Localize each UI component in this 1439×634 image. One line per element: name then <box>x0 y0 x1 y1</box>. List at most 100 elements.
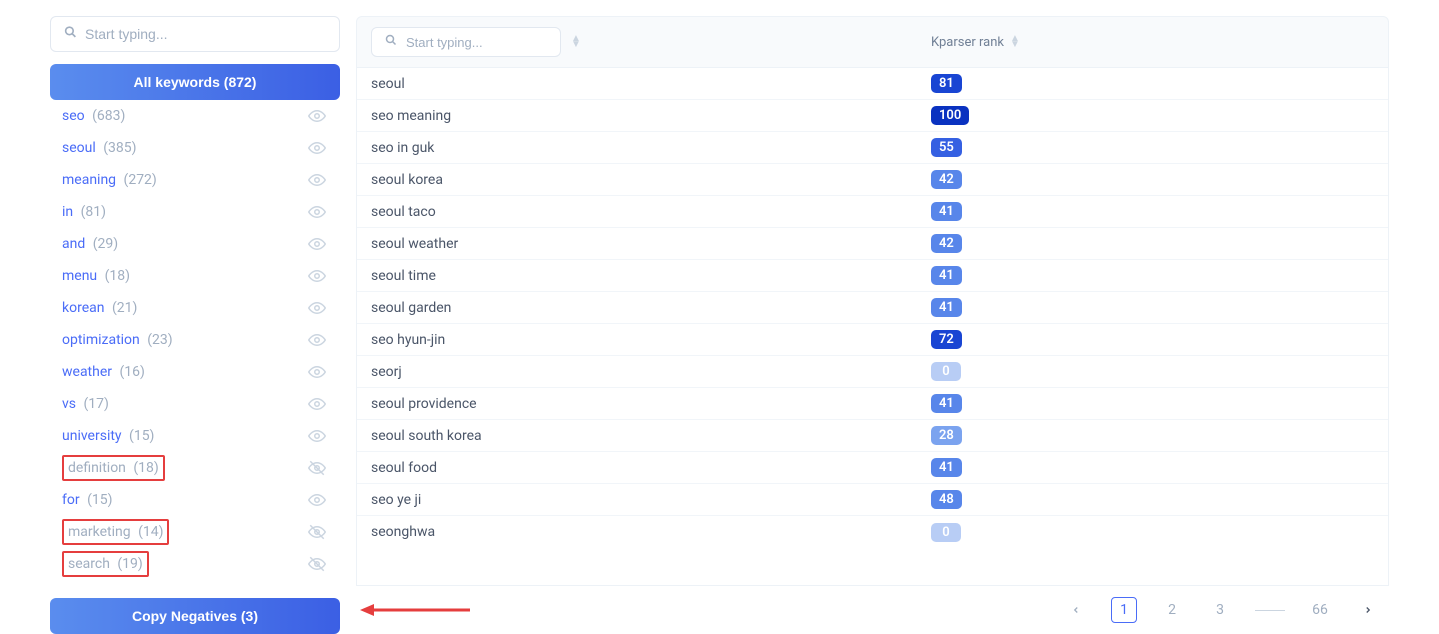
sidebar-item-label: university (15) <box>62 428 308 444</box>
cell-keyword: seoul providence <box>371 396 931 412</box>
sidebar-item-definition[interactable]: definition (18) <box>50 452 340 484</box>
eye-off-icon[interactable] <box>308 523 328 541</box>
page-2[interactable]: 2 <box>1159 597 1185 623</box>
rank-badge: 41 <box>931 458 962 477</box>
table-row[interactable]: seoul korea 42 <box>357 164 1388 196</box>
sidebar-search-input[interactable] <box>50 16 340 52</box>
cell-keyword: seoul weather <box>371 236 931 252</box>
cell-rank: 72 <box>931 330 1374 349</box>
table-row[interactable]: seo ye ji 48 <box>357 484 1388 516</box>
sidebar-item-label: weather (16) <box>62 364 308 380</box>
page-1[interactable]: 1 <box>1111 597 1137 623</box>
sidebar-item-for[interactable]: for (15) <box>50 484 340 516</box>
rank-badge: 0 <box>931 523 961 542</box>
table-row[interactable]: seo in guk 55 <box>357 132 1388 164</box>
sidebar-item-label: meaning (272) <box>62 172 308 188</box>
sidebar-item-weather[interactable]: weather (16) <box>50 356 340 388</box>
rank-badge: 48 <box>931 490 962 509</box>
eye-off-icon[interactable] <box>308 459 328 477</box>
page-prev-icon[interactable] <box>1063 597 1089 623</box>
table-header: ▲▼ Kparser rank ▲▼ <box>356 16 1389 68</box>
sort-rank-icon[interactable]: ▲▼ <box>1010 36 1020 48</box>
sidebar-item-menu[interactable]: menu (18) <box>50 260 340 292</box>
table-row[interactable]: seo hyun-jin 72 <box>357 324 1388 356</box>
cell-keyword: seo in guk <box>371 140 931 156</box>
eye-icon[interactable] <box>308 299 328 317</box>
rank-badge: 55 <box>931 138 962 157</box>
page-separator <box>1255 610 1285 611</box>
keyword-list: seo (683) seoul (385) meaning (272) in (81)… <box>50 100 340 594</box>
table-row[interactable]: seoul providence 41 <box>357 388 1388 420</box>
table-row[interactable]: seoul taco 41 <box>357 196 1388 228</box>
eye-icon[interactable] <box>308 203 328 221</box>
sidebar-item-search[interactable]: search (19) <box>50 548 340 580</box>
table-row[interactable]: seoul 81 <box>357 68 1388 100</box>
cell-rank: 41 <box>931 458 1374 477</box>
cell-rank: 0 <box>931 523 1374 542</box>
cell-rank: 48 <box>931 490 1374 509</box>
cell-keyword: seoul time <box>371 268 931 284</box>
cell-keyword: seo meaning <box>371 108 931 124</box>
table-row[interactable]: seoul weather 42 <box>357 228 1388 260</box>
page-last[interactable]: 66 <box>1307 597 1333 623</box>
sidebar-item-label: marketing (14) <box>68 524 163 540</box>
sidebar-item-korean[interactable]: korean (21) <box>50 292 340 324</box>
copy-negatives-button[interactable]: Copy Negatives (3) <box>50 598 340 634</box>
cell-rank: 41 <box>931 394 1374 413</box>
eye-icon[interactable] <box>308 363 328 381</box>
eye-icon[interactable] <box>308 107 328 125</box>
table-row[interactable]: seorj 0 <box>357 356 1388 388</box>
eye-icon[interactable] <box>308 331 328 349</box>
sidebar-item-optimization[interactable]: optimization (23) <box>50 324 340 356</box>
sidebar-item-and[interactable]: and (29) <box>50 228 340 260</box>
cell-keyword: seoul taco <box>371 204 931 220</box>
sidebar-item-marketing[interactable]: marketing (14) <box>50 516 340 548</box>
sidebar-item-label: search (19) <box>68 556 143 572</box>
eye-icon[interactable] <box>308 139 328 157</box>
cell-rank: 42 <box>931 170 1374 189</box>
cell-keyword: seoul garden <box>371 300 931 316</box>
rank-badge: 72 <box>931 330 962 349</box>
sidebar-item-seoul[interactable]: seoul (385) <box>50 132 340 164</box>
eye-off-icon[interactable] <box>308 555 328 573</box>
all-keywords-button[interactable]: All keywords (872) <box>50 64 340 100</box>
table-row[interactable]: seoul garden 41 <box>357 292 1388 324</box>
eye-icon[interactable] <box>308 427 328 445</box>
table-row[interactable]: seoul time 41 <box>357 260 1388 292</box>
table-row[interactable]: seoul south korea 28 <box>357 420 1388 452</box>
rank-badge: 41 <box>931 202 962 221</box>
table-row[interactable]: seoul food 41 <box>357 452 1388 484</box>
rank-badge: 81 <box>931 74 962 93</box>
cell-rank: 41 <box>931 202 1374 221</box>
cell-rank: 100 <box>931 106 1374 125</box>
sidebar-item-in[interactable]: in (81) <box>50 196 340 228</box>
page-3[interactable]: 3 <box>1207 597 1233 623</box>
eye-icon[interactable] <box>308 395 328 413</box>
sidebar-item-meaning[interactable]: meaning (272) <box>50 164 340 196</box>
sidebar-item-vs[interactable]: vs (17) <box>50 388 340 420</box>
sidebar-item-label: definition (18) <box>68 460 159 476</box>
cell-keyword: seoul south korea <box>371 428 931 444</box>
table-search-input[interactable] <box>371 27 561 57</box>
sidebar-item-label: seoul (385) <box>62 140 308 156</box>
eye-icon[interactable] <box>308 267 328 285</box>
eye-icon[interactable] <box>308 235 328 253</box>
sidebar-item-label: for (15) <box>62 492 308 508</box>
rank-badge: 0 <box>931 362 961 381</box>
eye-icon[interactable] <box>308 171 328 189</box>
rank-badge: 28 <box>931 426 962 445</box>
cell-keyword: seorj <box>371 364 931 380</box>
cell-keyword: seoul food <box>371 460 931 476</box>
table-row[interactable]: seonghwa 0 <box>357 516 1388 548</box>
sort-keyword-icon[interactable]: ▲▼ <box>571 36 581 48</box>
pagination: 1 2 3 66 <box>356 586 1389 634</box>
sidebar-item-label: seo (683) <box>62 108 308 124</box>
cell-keyword: seo ye ji <box>371 492 931 508</box>
sidebar-item-university[interactable]: university (15) <box>50 420 340 452</box>
eye-icon[interactable] <box>308 491 328 509</box>
sidebar-item-seo[interactable]: seo (683) <box>50 100 340 132</box>
page-next-icon[interactable] <box>1355 597 1381 623</box>
table-row[interactable]: seo meaning 100 <box>357 100 1388 132</box>
rank-badge: 42 <box>931 170 962 189</box>
table-search-wrap <box>371 27 561 57</box>
